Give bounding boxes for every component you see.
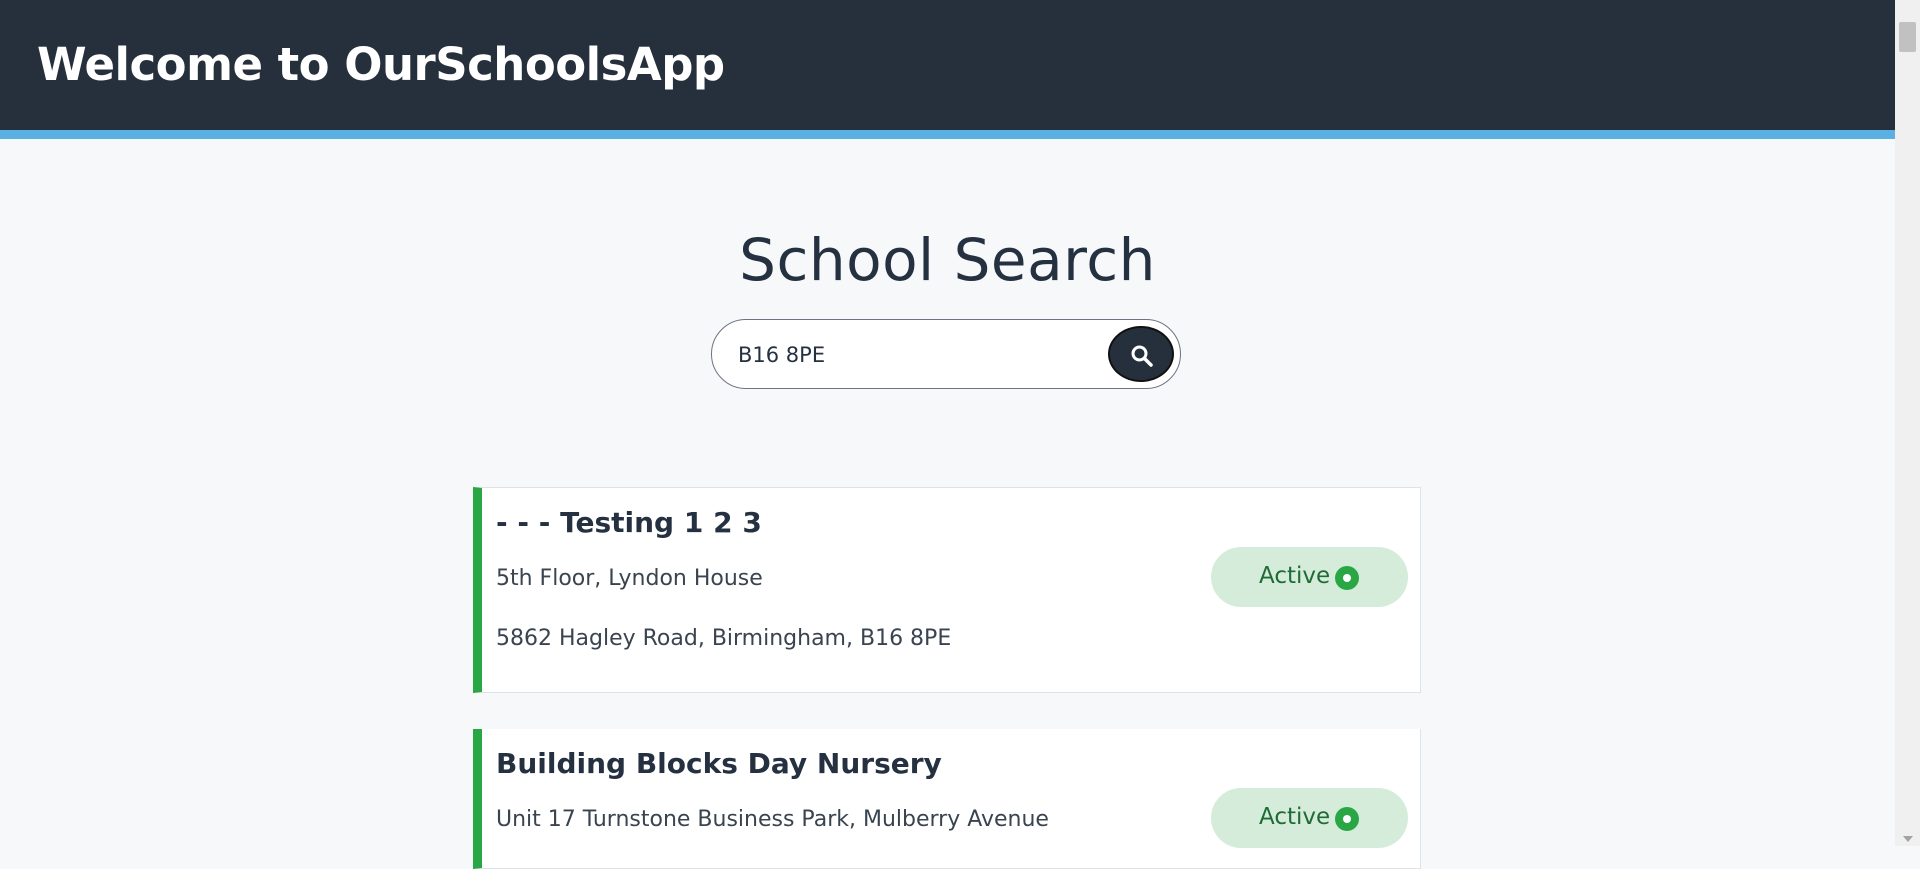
active-dot-icon bbox=[1335, 566, 1359, 590]
status-label: Active bbox=[1259, 563, 1331, 589]
search-input[interactable] bbox=[736, 338, 1080, 372]
school-address-line1: Unit 17 Turnstone Business Park, Mulberr… bbox=[496, 807, 1049, 832]
school-address-line2: 5862 Hagley Road, Birmingham, B16 8PE bbox=[496, 626, 952, 651]
scrollbar-thumb[interactable] bbox=[1899, 22, 1916, 52]
active-dot-icon bbox=[1335, 807, 1359, 831]
status-badge: Active bbox=[1211, 788, 1408, 848]
school-result-card[interactable]: - - - Testing 1 2 3 5th Floor, Lyndon Ho… bbox=[473, 487, 1421, 693]
status-label: Active bbox=[1259, 804, 1331, 830]
vertical-scrollbar[interactable] bbox=[1895, 0, 1920, 846]
school-name[interactable]: Building Blocks Day Nursery bbox=[496, 747, 942, 780]
search-icon bbox=[1131, 345, 1153, 367]
scroll-down-arrow-icon[interactable] bbox=[1903, 836, 1913, 842]
school-address-line1: 5th Floor, Lyndon House bbox=[496, 566, 763, 591]
school-name[interactable]: - - - Testing 1 2 3 bbox=[496, 506, 762, 539]
search-box bbox=[711, 319, 1181, 389]
status-badge: Active bbox=[1211, 547, 1408, 607]
page-title: School Search bbox=[739, 226, 1156, 294]
search-button[interactable] bbox=[1108, 326, 1174, 382]
app-header: Welcome to OurSchoolsApp bbox=[0, 0, 1895, 139]
app-title: Welcome to OurSchoolsApp bbox=[37, 38, 725, 91]
school-result-card[interactable]: Building Blocks Day Nursery Unit 17 Turn… bbox=[473, 729, 1421, 869]
